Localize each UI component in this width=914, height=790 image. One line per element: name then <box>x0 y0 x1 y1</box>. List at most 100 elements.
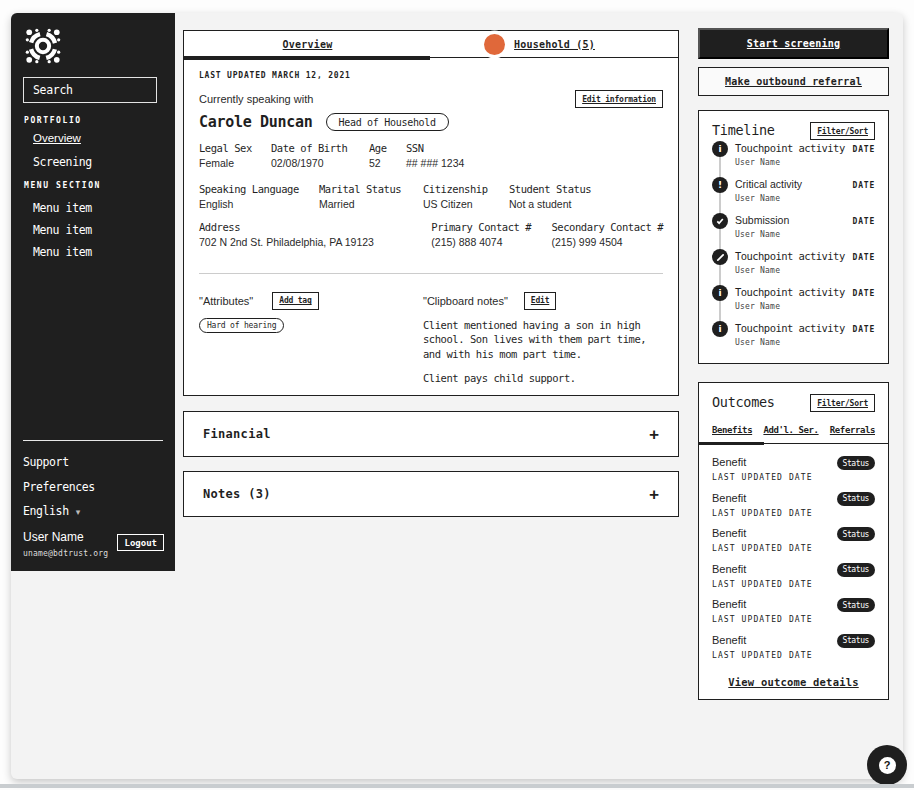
outcomes-filter-sort-button[interactable]: Filter/Sort <box>810 394 875 412</box>
last-updated-label: LAST UPDATED MARCH 12, 2021 <box>199 71 663 80</box>
timeline-item-title: Touchpoint activity <box>735 286 845 298</box>
language-dropdown[interactable]: English▾ <box>23 504 80 518</box>
outcome-row[interactable]: BenefitLAST UPDATED DATEStatus <box>712 634 875 670</box>
timeline-item-title: Touchpoint activity <box>735 142 845 154</box>
field-value: English <box>199 199 319 211</box>
active-tab-indicator <box>183 56 430 60</box>
timeline-item[interactable]: i Touchpoint activityUser Name DATE <box>712 320 875 356</box>
timeline-item-date: DATE <box>853 145 875 154</box>
outcome-meta: LAST UPDATED DATE <box>712 509 875 518</box>
clipboard-note-text: Client mentioned having a son in high sc… <box>423 318 663 362</box>
timeline-item[interactable]: ! Critical activityUser Name DATE <box>712 176 875 212</box>
alert-icon: ! <box>712 177 728 193</box>
timeline-item-date: DATE <box>853 289 875 298</box>
timeline-item[interactable]: i Touchpoint activity User Name DATE <box>712 140 875 176</box>
client-overview-card: Overview Household (5) LAST UPDATED MARC… <box>183 30 679 396</box>
financial-section[interactable]: Financial + <box>183 411 679 457</box>
sidebar-menu-item-1[interactable]: Menu item <box>33 201 92 215</box>
sidebar-item-overview[interactable]: Overview <box>33 132 81 144</box>
sidebar-menu-item-3[interactable]: Menu item <box>33 245 92 259</box>
timeline-item[interactable]: Touchpoint activityUser Name DATE <box>712 248 875 284</box>
expand-icon[interactable]: + <box>649 425 659 444</box>
field-label: Secondary Contact # <box>551 222 663 233</box>
tab-overview[interactable]: Overview <box>184 31 431 57</box>
clipboard-notes-label: "Clipboard notes" <box>423 295 508 307</box>
field-label: Legal Sex <box>199 143 271 154</box>
outcomes-tabs: Benefits Add'l. Ser. Referrals <box>699 425 888 444</box>
field-label: Age <box>369 143 406 154</box>
field-label: Address <box>199 222 431 233</box>
search-input[interactable]: Search <box>23 77 157 103</box>
field-label: Marital Status <box>319 184 423 195</box>
field-value: 702 N 2nd St. Philadelphia, PA 19123 <box>199 237 431 249</box>
outcome-row[interactable]: BenefitLAST UPDATED DATEStatus <box>712 456 875 492</box>
sidebar-menu-item-2[interactable]: Menu item <box>33 223 92 237</box>
outcomes-title: Outcomes <box>712 396 775 410</box>
clipboard-note-text: Client pays child support. <box>423 371 663 386</box>
outcome-row[interactable]: BenefitLAST UPDATED DATEStatus <box>712 563 875 599</box>
tab-benefits[interactable]: Benefits <box>712 425 752 435</box>
notes-section-title: Notes (3) <box>203 487 271 501</box>
tab-household[interactable]: Household (5) <box>431 31 678 57</box>
timeline-item[interactable]: Submission User Name DATE <box>712 212 875 248</box>
expand-icon[interactable]: + <box>649 485 659 504</box>
pencil-icon <box>712 249 728 265</box>
status-badge: Status <box>837 563 876 577</box>
edit-information-button[interactable]: Edit information <box>575 90 663 108</box>
help-button[interactable]: ? <box>867 745 907 785</box>
outcome-meta: LAST UPDATED DATE <box>712 615 875 624</box>
timeline-item[interactable]: i Touchpoint activityUser Name DATE <box>712 284 875 320</box>
sidebar-item-preferences[interactable]: Preferences <box>23 480 95 494</box>
timeline-item-user: User Name <box>735 194 802 203</box>
timeline-item-user: User Name <box>735 230 789 239</box>
outcome-meta: LAST UPDATED DATE <box>712 651 875 660</box>
info-icon: i <box>712 141 728 157</box>
client-tabs: Overview Household (5) <box>184 31 678 58</box>
question-mark-icon: ? <box>879 757 896 774</box>
make-outbound-referral-button[interactable]: Make outbound referral <box>698 67 889 96</box>
start-screening-button[interactable]: Start screening <box>698 28 889 59</box>
tab-referrals[interactable]: Referrals <box>830 425 875 435</box>
outcome-row[interactable]: BenefitLAST UPDATED DATEStatus <box>712 492 875 528</box>
app-logo-icon <box>24 27 62 65</box>
logout-button[interactable]: Logout <box>117 534 164 551</box>
timeline-item-user: User Name <box>735 266 845 275</box>
timeline-panel: Timeline Filter/Sort i Touchpoint activi… <box>698 110 889 364</box>
field-label: Date of Birth <box>271 143 369 154</box>
timeline-list: i Touchpoint activityUser Name DATE ! Cr… <box>712 140 875 356</box>
sidebar-item-screening[interactable]: Screening <box>33 155 92 169</box>
timeline-item-user: User Name <box>735 338 845 347</box>
sidebar-divider <box>23 440 163 441</box>
tab-additional-services[interactable]: Add'l. Ser. <box>763 425 818 435</box>
timeline-item-date: DATE <box>853 325 875 334</box>
timeline-item-title: Critical activity <box>735 178 802 190</box>
notes-section[interactable]: Notes (3) + <box>183 471 679 517</box>
outcome-meta: LAST UPDATED DATE <box>712 544 875 553</box>
sidebar-item-support[interactable]: Support <box>23 455 69 469</box>
field-label: Citizenship <box>423 184 509 195</box>
attributes-label: "Attributes" <box>199 295 253 307</box>
timeline-item-user: User Name <box>735 158 845 167</box>
info-icon: i <box>712 321 728 337</box>
chevron-down-icon: ▾ <box>76 507 80 517</box>
outcomes-panel: Outcomes Filter/Sort Benefits Add'l. Ser… <box>698 382 889 700</box>
edit-notes-button[interactable]: Edit <box>524 292 556 310</box>
field-value: Married <box>319 199 423 211</box>
field-value: 02/08/1970 <box>271 158 369 170</box>
timeline-item-title: Submission <box>735 214 789 226</box>
client-name: Carole Duncan <box>199 113 313 131</box>
add-tag-button[interactable]: Add tag <box>272 292 318 310</box>
field-label: Primary Contact # <box>431 222 551 233</box>
status-badge: Status <box>837 598 876 612</box>
outcome-row[interactable]: BenefitLAST UPDATED DATEStatus <box>712 598 875 634</box>
clipboard-column: "Clipboard notes" Edit Client mentioned … <box>423 292 663 386</box>
field-value: Female <box>199 158 271 170</box>
tab-overview-label: Overview <box>283 39 333 50</box>
status-badge: Status <box>837 527 876 541</box>
outcome-row[interactable]: BenefitLAST UPDATED DATEStatus <box>712 527 875 563</box>
timeline-item-date: DATE <box>853 217 875 226</box>
view-outcome-details-link[interactable]: View outcome details <box>712 676 875 688</box>
timeline-filter-sort-button[interactable]: Filter/Sort <box>810 122 875 140</box>
speaking-with-label: Currently speaking with <box>199 93 313 105</box>
field-value: (215) 888 4074 <box>431 237 551 249</box>
